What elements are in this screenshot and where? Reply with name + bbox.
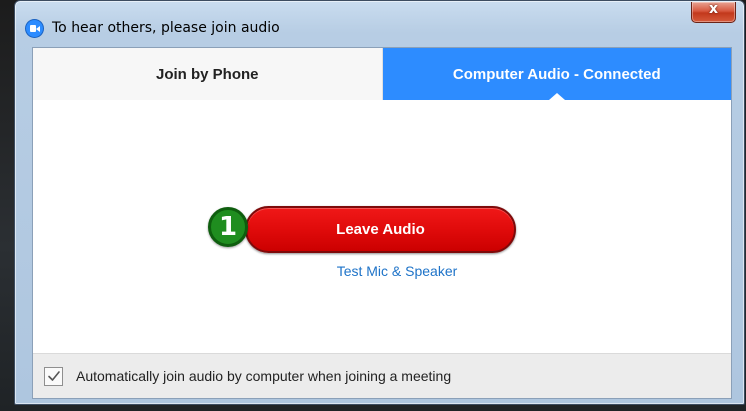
auto-join-label: Automatically join audio by computer whe… [76,368,452,384]
close-icon: x [708,1,719,17]
auto-join-footer: Automatically join audio by computer whe… [33,353,731,398]
checkmark-icon [47,371,60,381]
window-title: To hear others, please join audio [52,20,280,36]
tab-label: Join by Phone [155,65,259,83]
auto-join-checkbox[interactable] [44,366,63,386]
test-mic-speaker-link[interactable]: Test Mic & Speaker [63,263,731,279]
audio-dialog-window: To hear others, please join audio x Join… [14,0,745,405]
close-button[interactable]: x [691,1,736,23]
leave-audio-button[interactable]: Leave Audio [245,206,516,253]
step-number-badge: 1 [208,207,248,247]
dialog-body: Join by Phone Computer Audio - Connected… [32,47,732,399]
audio-tabs: Join by Phone Computer Audio - Connected [33,48,731,100]
tab-computer-audio[interactable]: Computer Audio - Connected [382,48,731,100]
zoom-camera-icon [26,20,43,37]
computer-audio-panel: Leave Audio 1 Test Mic & Speaker [33,100,731,356]
active-tab-caret [548,93,565,100]
leave-audio-label: Leave Audio [336,221,425,238]
tab-label: Computer Audio - Connected [452,65,661,83]
tab-join-by-phone[interactable]: Join by Phone [33,48,383,100]
title-bar[interactable]: To hear others, please join audio x [15,1,744,47]
